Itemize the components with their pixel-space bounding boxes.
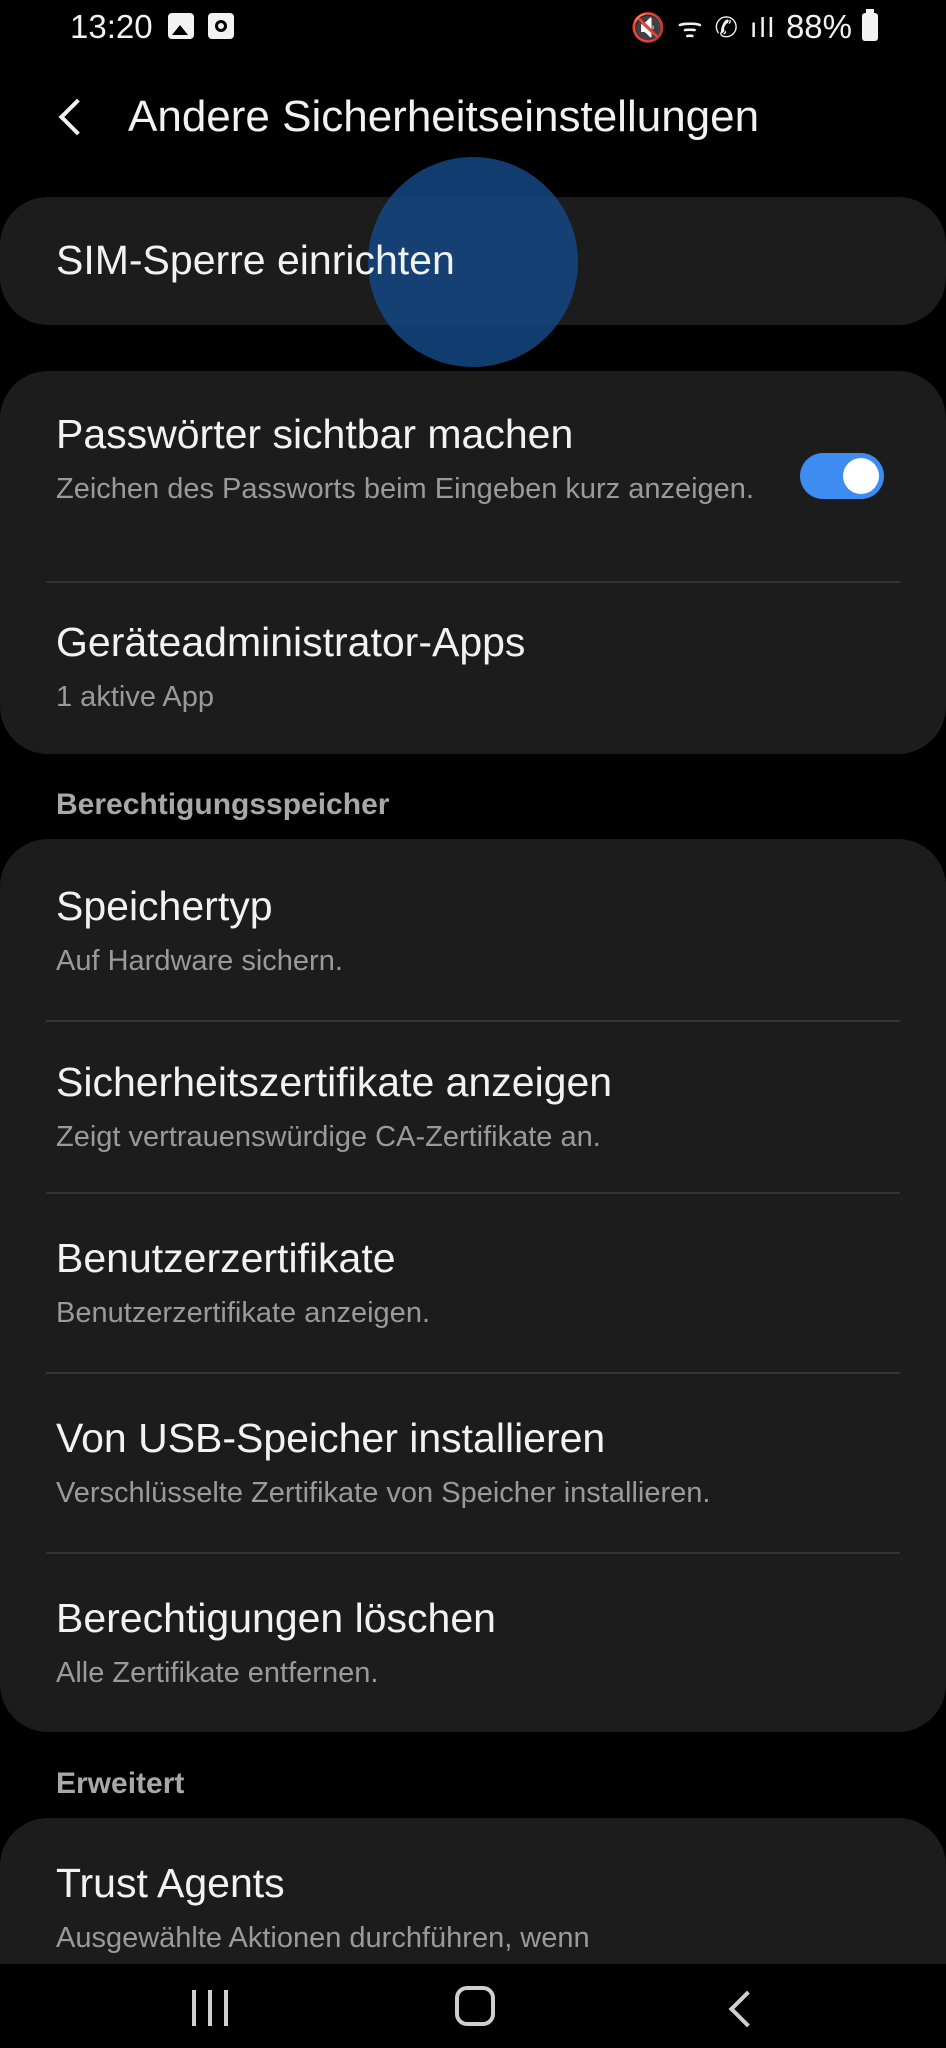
passwords-visible-item[interactable]: Passwörter sichtbar machen Zeichen des P… xyxy=(56,411,766,508)
gallery-icon xyxy=(168,13,194,39)
security-certificates-title: Sicherheitszertifikate anzeigen xyxy=(56,1059,613,1105)
user-certificates-item[interactable]: Benutzerzertifikate Benutzerzertifikate … xyxy=(56,1235,890,1332)
divider xyxy=(46,1020,900,1022)
divider xyxy=(46,1372,900,1374)
advanced-card: Trust Agents Ausgewählte Aktionen durchf… xyxy=(0,1818,946,1964)
section-credential-storage: Berechtigungsspeicher xyxy=(56,788,390,821)
clear-credentials-title: Berechtigungen löschen xyxy=(56,1595,496,1641)
trust-agents-title: Trust Agents xyxy=(56,1860,285,1906)
user-certificates-title: Benutzerzertifikate xyxy=(56,1235,396,1281)
sim-lock-title: SIM-Sperre einrichten xyxy=(56,237,455,283)
passwords-visible-title: Passwörter sichtbar machen xyxy=(56,411,574,457)
nav-back-button[interactable] xyxy=(722,1988,762,2028)
divider xyxy=(46,1552,900,1554)
home-button[interactable] xyxy=(455,1986,495,2026)
divider xyxy=(46,1192,900,1194)
install-from-storage-subtitle: Verschlüsselte Zertifikate von Speicher … xyxy=(56,1477,711,1509)
storage-type-subtitle: Auf Hardware sichern. xyxy=(56,945,343,977)
user-certificates-subtitle: Benutzerzertifikate anzeigen. xyxy=(56,1297,430,1329)
clear-credentials-item[interactable]: Berechtigungen löschen Alle Zertifikate … xyxy=(56,1595,890,1692)
status-left-icons xyxy=(168,13,234,39)
status-bar: 13:20 🔇 ᯤ ✆ ıll 88% xyxy=(0,0,946,56)
install-from-storage-item[interactable]: Von USB-Speicher installieren Verschlüss… xyxy=(56,1415,890,1512)
storage-type-item[interactable]: Speichertyp Auf Hardware sichern. xyxy=(56,883,890,980)
status-right-icons: 🔇 ᯤ ✆ ıll 88% xyxy=(630,8,878,46)
trust-agents-item[interactable]: Trust Agents Ausgewählte Aktionen durchf… xyxy=(56,1860,890,1957)
section-advanced: Erweitert xyxy=(56,1767,185,1800)
device-admin-title: Geräteadministrator-Apps xyxy=(56,619,526,665)
battery-icon xyxy=(862,9,878,41)
recents-button[interactable] xyxy=(192,1990,232,2026)
device-admin-subtitle: 1 aktive App xyxy=(56,681,214,713)
toggle-knob xyxy=(843,458,879,494)
security-card: Passwörter sichtbar machen Zeichen des P… xyxy=(0,371,946,754)
back-button[interactable] xyxy=(48,90,98,148)
storage-type-title: Speichertyp xyxy=(56,883,273,929)
screen-record-icon xyxy=(208,13,234,39)
status-time: 13:20 xyxy=(70,8,153,45)
passwords-visible-toggle[interactable] xyxy=(800,453,884,499)
page-title: Andere Sicherheitseinstellungen xyxy=(128,92,760,141)
security-certificates-item[interactable]: Sicherheitszertifikate anzeigen Zeigt ve… xyxy=(56,1059,890,1156)
trust-agents-subtitle: Ausgewählte Aktionen durchführen, wenn xyxy=(56,1922,590,1954)
device-admin-item[interactable]: Geräteadministrator-Apps 1 aktive App xyxy=(56,619,890,716)
credential-storage-card: Speichertyp Auf Hardware sichern. Sicher… xyxy=(0,839,946,1732)
divider xyxy=(46,581,900,583)
navigation-bar xyxy=(0,1964,946,2048)
app-header: Andere Sicherheitseinstellungen xyxy=(0,80,946,158)
clear-credentials-subtitle: Alle Zertifikate entfernen. xyxy=(56,1657,379,1689)
install-from-storage-title: Von USB-Speicher installieren xyxy=(56,1415,606,1461)
battery-percentage: 88% xyxy=(785,8,852,45)
passwords-visible-subtitle: Zeichen des Passworts beim Eingeben kurz… xyxy=(56,473,754,505)
connectivity-icons: 🔇 ᯤ ✆ ıll xyxy=(630,12,776,43)
security-certificates-subtitle: Zeigt vertrauenswürdige CA-Zertifikate a… xyxy=(56,1121,601,1153)
